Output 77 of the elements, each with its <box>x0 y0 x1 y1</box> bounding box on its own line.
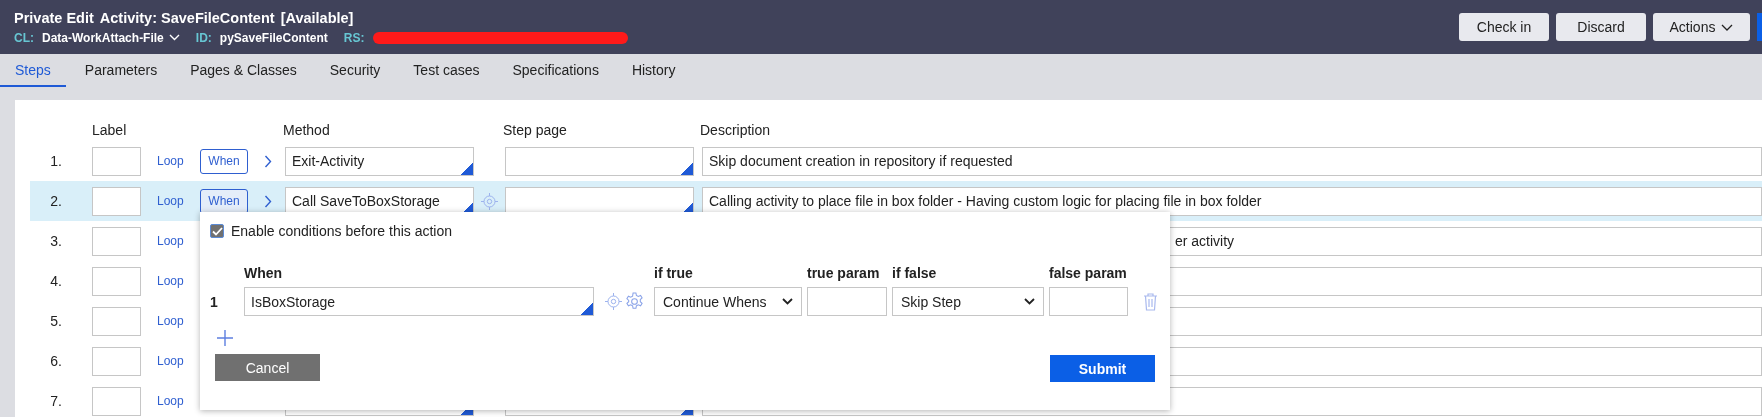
target-icon[interactable] <box>481 192 498 210</box>
false-param-field[interactable] <box>1049 287 1128 316</box>
class-label: CL: <box>14 30 34 45</box>
actions-menu-button[interactable]: Actions <box>1653 13 1750 41</box>
when-field[interactable]: IsBoxStorage <box>244 287 594 316</box>
class-dropdown[interactable]: Data-WorkAttach-File <box>42 30 180 45</box>
chevron-down-icon <box>1721 23 1734 31</box>
plus-icon[interactable] <box>217 330 233 346</box>
description-field[interactable]: Skip document creation in repository if requested <box>702 146 1762 176</box>
tab[interactable]: Steps <box>0 56 66 87</box>
chevron-right-icon[interactable] <box>264 154 272 168</box>
id-value: pySaveFileContent <box>219 30 328 45</box>
loop-link[interactable]: Loop <box>157 154 200 168</box>
submit-button[interactable]: Submit <box>1050 355 1155 382</box>
header-button[interactable]: Discard <box>1556 13 1646 41</box>
step-number: 2. <box>49 193 62 209</box>
column-header: false param <box>1049 265 1128 281</box>
loop-link[interactable]: Loop <box>157 314 200 328</box>
chevron-down-icon <box>1024 298 1035 305</box>
column-header: true param <box>807 265 881 281</box>
button-edge[interactable] <box>1757 13 1762 41</box>
step-number: 1. <box>49 153 62 169</box>
target-icon[interactable] <box>605 293 622 310</box>
step-number: 4. <box>49 273 62 289</box>
column-header: When <box>244 265 284 281</box>
id-label: ID: <box>195 30 212 45</box>
step-number: 3. <box>49 233 62 249</box>
column-header: Step page <box>503 122 568 138</box>
when-button[interactable]: When <box>200 188 248 214</box>
tab[interactable]: Test cases <box>399 56 494 87</box>
tab[interactable]: History <box>617 56 690 87</box>
column-header: if true <box>654 265 694 281</box>
tab[interactable]: Specifications <box>498 56 613 87</box>
label-field[interactable] <box>92 386 141 416</box>
loop-link[interactable]: Loop <box>157 274 200 288</box>
chevron-down-icon <box>168 34 180 41</box>
lock-status: Private Edit <box>14 9 94 26</box>
loop-link[interactable]: Loop <box>157 194 200 208</box>
loop-link[interactable]: Loop <box>157 354 200 368</box>
rule-title: Activity: SaveFileContent <box>99 9 275 26</box>
chevron-down-icon <box>782 298 793 305</box>
label-field[interactable] <box>92 186 141 216</box>
loop-link[interactable]: Loop <box>157 234 200 248</box>
if-true-select[interactable]: Continue Whens <box>654 287 802 316</box>
label-field[interactable] <box>92 346 141 376</box>
chevron-right-icon[interactable] <box>264 194 272 208</box>
checkbox[interactable] <box>210 224 224 238</box>
rs-label: RS: <box>343 30 365 45</box>
step-page-field[interactable] <box>505 146 694 176</box>
checkbox-label: Enable conditions before this action <box>231 223 453 239</box>
tab[interactable]: Parameters <box>70 56 172 87</box>
description-field[interactable]: Calling activity to place file in box folder - Having custom logic for placing file in box folder <box>702 186 1762 216</box>
condition-number: 1 <box>210 293 219 310</box>
loop-link[interactable]: Loop <box>157 394 200 408</box>
column-header: Description <box>700 122 772 138</box>
step-number: 5. <box>49 313 62 329</box>
settings-icon[interactable] <box>625 292 644 311</box>
cancel-button[interactable]: Cancel <box>215 354 320 381</box>
column-header: Label <box>92 122 128 138</box>
column-header: Method <box>283 122 331 138</box>
step-row[interactable]: 1. Loop When Exit-Activity Skip document creation in repository if requested <box>15 141 1762 181</box>
availability-status: [Available] <box>280 9 354 26</box>
method-field[interactable]: Exit-Activity <box>285 146 474 176</box>
tab[interactable]: Pages & Classes <box>176 56 311 87</box>
trash-icon[interactable] <box>1143 292 1158 311</box>
header-button[interactable]: Check in <box>1459 13 1549 41</box>
step-number: 7. <box>49 393 62 409</box>
if-false-select[interactable]: Skip Step <box>892 287 1044 316</box>
label-field[interactable] <box>92 226 141 256</box>
column-header: if false <box>892 265 938 281</box>
label-field[interactable] <box>92 266 141 296</box>
true-param-field[interactable] <box>807 287 887 316</box>
when-button[interactable]: When <box>200 148 248 174</box>
step-number: 6. <box>49 353 62 369</box>
label-field[interactable] <box>92 146 141 176</box>
tab[interactable]: Security <box>315 56 395 87</box>
label-field[interactable] <box>92 306 141 336</box>
